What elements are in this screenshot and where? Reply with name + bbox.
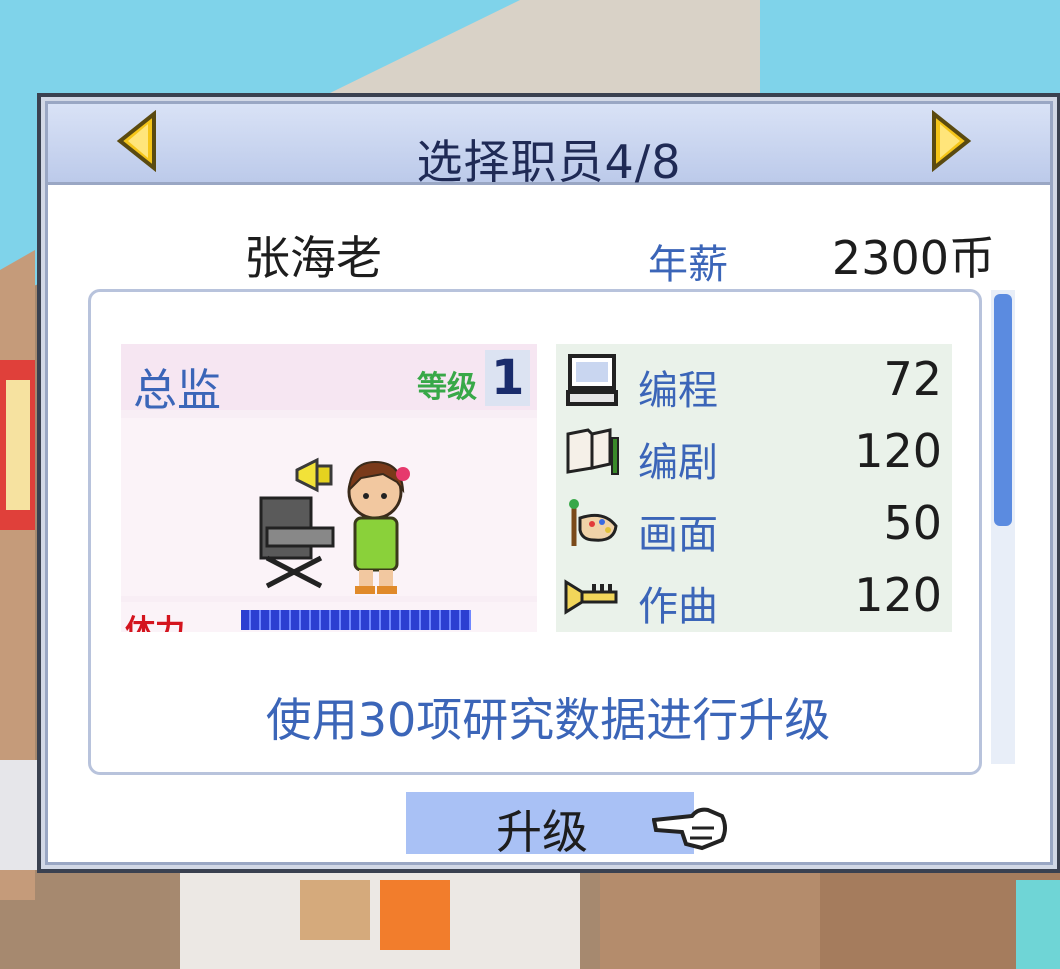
level-value: 1 [485, 350, 531, 406]
stat-value: 120 [854, 568, 942, 622]
stamina-label: 体力 [125, 614, 185, 632]
level-label: 等级 [417, 370, 477, 405]
scrollbar-thumb[interactable] [994, 294, 1012, 526]
paint-palette-icon [569, 499, 618, 546]
role-panel: 总监 等级 1 体力 [121, 344, 537, 632]
staff-select-dialog: 选择职员4/8 张海老 年薪 2300币 总监 等级 1 体力 编程 72 编剧… [37, 93, 1060, 873]
stat-row-programming: 编程 72 [556, 344, 952, 416]
next-staff-arrow-icon[interactable] [926, 110, 974, 172]
upgrade-button[interactable]: 升级 [406, 792, 727, 859]
stat-name: 编程 [638, 368, 718, 414]
staff-character-sprite [347, 460, 410, 594]
upgrade-button-label: 升级 [496, 805, 588, 859]
stat-row-scenario: 编剧 120 [556, 416, 952, 488]
stat-row-music: 作曲 120 [556, 560, 952, 632]
dialog-body: 选择职员4/8 张海老 年薪 2300币 总监 等级 1 体力 编程 72 编剧… [45, 101, 1053, 865]
stats-panel: 编程 72 编剧 120 画面 50 作曲 120 [556, 344, 952, 632]
upgrade-note: 使用30项研究数据进行升级 [265, 693, 831, 747]
trumpet-icon [564, 579, 618, 615]
stat-row-graphics: 画面 50 [556, 488, 952, 560]
salary-label: 年薪 [648, 242, 728, 288]
director-chair-and-staff-sprite [259, 457, 410, 594]
stamina-bar-fill [241, 610, 471, 630]
stat-name: 作曲 [638, 584, 718, 630]
stat-value: 120 [854, 424, 942, 478]
stat-name: 编剧 [638, 440, 718, 486]
stat-name: 画面 [638, 512, 718, 558]
megaphone-icon [295, 457, 333, 493]
stat-value: 72 [883, 352, 942, 406]
title-bar: 选择职员4/8 [48, 104, 1050, 189]
dialog-title: 选择职员4/8 [416, 135, 682, 189]
director-chair-icon [259, 496, 335, 589]
stamina-bar [241, 610, 471, 630]
role-title: 总监 [133, 365, 221, 416]
pointing-hand-icon [652, 807, 727, 851]
stamina-row: 体力 [121, 602, 537, 632]
salary-value: 2300币 [831, 231, 995, 285]
role-art [121, 418, 537, 596]
stat-value: 50 [883, 496, 942, 550]
role-header: 总监 等级 1 [121, 344, 537, 416]
book-pencil-icon [566, 428, 619, 475]
computer-icon [566, 354, 618, 406]
staff-name: 张海老 [244, 231, 382, 285]
